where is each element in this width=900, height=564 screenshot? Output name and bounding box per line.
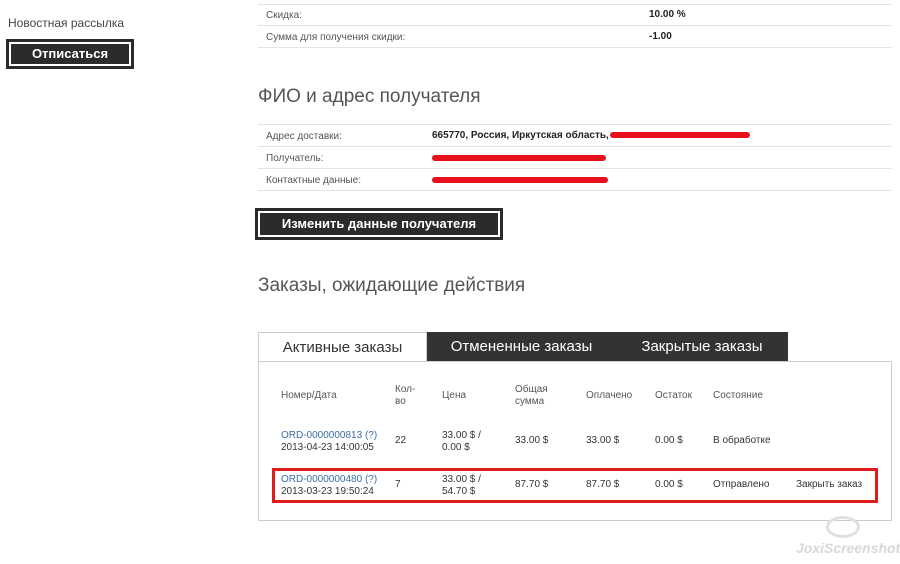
recipient-section-title: ФИО и адрес получателя <box>258 86 481 107</box>
contact-label: Контактные данные: <box>266 175 362 186</box>
column-header-qty-line2: во <box>395 396 406 407</box>
column-header-total-line2: сумма <box>515 396 545 407</box>
column-header-paid: Оплачено <box>586 390 633 401</box>
tab-closed-orders[interactable]: Закрытые заказы <box>616 332 788 362</box>
delivery-address-label: Адрес доставки: <box>266 131 342 142</box>
order-paid: 33.00 $ <box>586 435 620 446</box>
column-header-total: Общая сумма <box>515 384 548 408</box>
change-recipient-label: Изменить данные получателя <box>281 216 477 231</box>
discount-row: Скидка: 10.00 % <box>258 4 892 26</box>
order-date: 2013-04-23 14:00:05 <box>281 442 374 453</box>
newsletter-title: Новостная рассылка <box>8 16 125 30</box>
contact-row: Контактные данные: <box>258 169 892 191</box>
discount-value: 10.00 % <box>649 9 686 20</box>
column-header-qty-line1: Кол- <box>395 384 416 395</box>
order-total: 33.00 $ <box>515 435 549 446</box>
column-header-number: Номер/Дата <box>281 390 337 401</box>
order-price: 33.00 $ / 0.00 $ <box>442 430 481 454</box>
order-rest: 0.00 $ <box>655 435 683 446</box>
column-header-rest: Остаток <box>655 390 692 401</box>
order-number-link[interactable]: ORD-0000000813 (?) <box>281 430 377 442</box>
tab-active-orders[interactable]: Активные заказы <box>258 332 427 362</box>
column-header-qty: Кол- во <box>395 384 415 408</box>
unsubscribe-button[interactable]: Отписаться <box>7 40 133 68</box>
unsubscribe-label: Отписаться <box>31 46 109 61</box>
order-status: В обработке <box>713 435 771 446</box>
highlight-box <box>272 468 878 503</box>
discount-threshold-label: Сумма для получения скидки: <box>266 32 406 43</box>
redaction-mark <box>432 177 608 183</box>
redaction-mark <box>610 132 750 138</box>
change-recipient-button[interactable]: Изменить данные получателя <box>256 209 502 239</box>
discount-label: Скидка: <box>266 10 302 21</box>
order-price-line2: 0.00 $ <box>442 442 470 453</box>
recipient-name-label: Получатель: <box>266 153 324 164</box>
discount-threshold-value: -1.00 <box>649 31 672 42</box>
delivery-address-row: Адрес доставки: 665770, Россия, Иркутска… <box>258 125 892 147</box>
column-header-status: Состояние <box>713 390 763 401</box>
recipient-name-row: Получатель: <box>258 147 892 169</box>
table-row: ORD-0000000813 (?) 2013-04-23 14:00:05 <box>281 430 377 454</box>
tab-cancelled-orders[interactable]: Отмененные заказы <box>427 332 616 362</box>
order-price-line1: 33.00 $ / <box>442 430 481 441</box>
watermark-eye-icon <box>826 516 860 538</box>
redaction-mark <box>432 155 606 161</box>
discount-threshold-row: Сумма для получения скидки: -1.00 <box>258 26 892 48</box>
watermark: JoxiScreenshot <box>796 540 900 556</box>
orders-section-title: Заказы, ожидающие действия <box>258 275 526 296</box>
column-header-total-line1: Общая <box>515 384 548 395</box>
order-qty: 22 <box>395 435 407 446</box>
delivery-address-value: 665770, Россия, Иркутская область, <box>432 130 609 141</box>
column-header-price: Цена <box>442 390 467 401</box>
